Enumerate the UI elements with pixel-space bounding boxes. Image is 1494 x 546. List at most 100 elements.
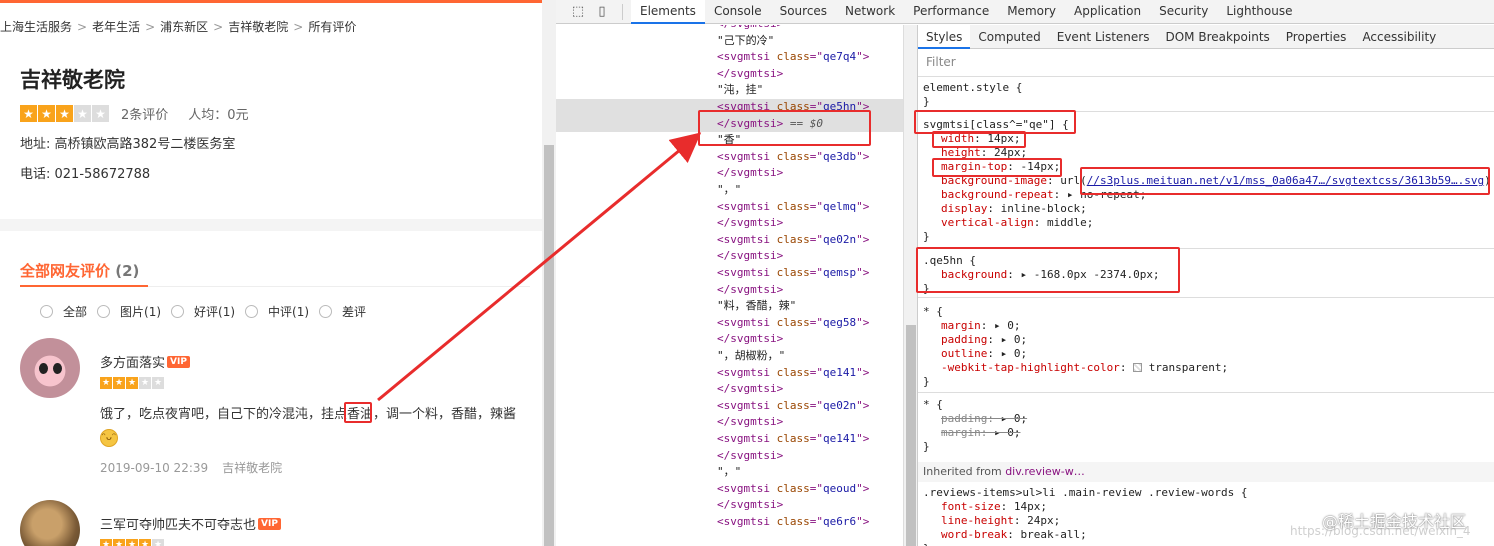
tab-security[interactable]: Security (1150, 0, 1217, 24)
breadcrumb-link-shop[interactable]: 吉祥敬老院 (228, 20, 288, 34)
reviews-heading[interactable]: 全部网友评价 (2) (20, 260, 139, 281)
tag-bracket: < (717, 432, 724, 445)
tab-application[interactable]: Application (1065, 0, 1150, 24)
color-swatch-icon[interactable] (1133, 363, 1143, 372)
tab-sources[interactable]: Sources (771, 0, 836, 24)
filter-label: 全部 (63, 305, 88, 319)
rule-selector[interactable]: * { (918, 398, 1494, 412)
breadcrumb-link-city[interactable]: 上海生活服务 (0, 20, 72, 34)
tab-dom-breakpoints[interactable]: DOM Breakpoints (1157, 25, 1277, 49)
tab-lighthouse[interactable]: Lighthouse (1217, 0, 1301, 24)
css-declaration[interactable]: -webkit-tap-highlight-color: transparent… (918, 361, 1494, 375)
css-declaration[interactable]: padding: ▸ 0; (918, 333, 1494, 347)
dom-node-line[interactable]: <svgmtsi class="qe02n"> (556, 398, 903, 415)
tag-bracket: </ (717, 25, 730, 30)
dom-node-line[interactable]: </svgmtsi> (556, 381, 903, 398)
dom-node-line[interactable]: </svgmtsi> (556, 414, 903, 431)
dom-node-line[interactable]: </svgmtsi> (556, 66, 903, 83)
dom-node-line[interactable]: <svgmtsi class="qeg58"> (556, 315, 903, 332)
dom-node-line[interactable]: </svgmtsi> (556, 497, 903, 514)
styles-filter-input[interactable]: Filter (918, 49, 1494, 77)
dom-node-line[interactable]: "，胡椒粉，" (556, 348, 903, 365)
elements-scrollbar[interactable] (903, 25, 917, 546)
css-declaration[interactable]: outline: ▸ 0; (918, 347, 1494, 361)
dom-node-line[interactable]: "沌，挂" (556, 82, 903, 99)
css-declaration[interactable]: vertical-align: middle; (918, 216, 1494, 230)
dom-node-line[interactable]: </svgmtsi> (556, 282, 903, 299)
section-divider (0, 219, 542, 231)
prop-name: word-break (941, 528, 1008, 541)
inspect-icon[interactable]: ⬚ (570, 4, 586, 19)
tab-network[interactable]: Network (836, 0, 904, 24)
tag-name: svgmtsi (723, 515, 770, 528)
dom-node-line[interactable]: <svgmtsi class="qe3db"> (556, 149, 903, 166)
avatar[interactable] (20, 338, 80, 398)
dom-node-line[interactable]: </svgmtsi> (556, 448, 903, 465)
dom-node-line[interactable]: <svgmtsi class="qe141"> (556, 431, 903, 448)
css-declaration[interactable]: margin: ▸ 0; (918, 319, 1494, 333)
rule-selector[interactable]: element.style { (918, 81, 1494, 95)
tag-bracket: </ (717, 382, 731, 396)
tab-styles[interactable]: Styles (918, 25, 971, 49)
radio-icon[interactable] (40, 305, 53, 318)
breadcrumb-link-category[interactable]: 老年生活 (92, 20, 140, 34)
scrollbar-thumb[interactable] (906, 325, 916, 546)
tab-elements[interactable]: Elements (631, 0, 705, 24)
radio-icon[interactable] (97, 305, 111, 318)
tab-performance[interactable]: Performance (904, 0, 998, 24)
dom-node-line[interactable]: <svgmtsi class="qeoud"> (556, 481, 903, 498)
shop-address: 地址: 高桥镇欧高路382号二楼医务室 (20, 137, 236, 152)
radio-icon[interactable] (171, 305, 185, 318)
breadcrumb-link-district[interactable]: 浦东新区 (160, 20, 208, 34)
tab-properties[interactable]: Properties (1278, 25, 1355, 49)
dom-node-line[interactable]: </svgmtsi> (556, 215, 903, 232)
filter-all[interactable]: 全部 (40, 303, 87, 320)
dom-node-line[interactable]: <svgmtsi class="qemsp"> (556, 265, 903, 282)
radio-icon[interactable] (245, 305, 259, 318)
filter-positive[interactable]: 好评(1) (171, 303, 235, 320)
filter-photos[interactable]: 图片(1) (97, 303, 161, 320)
filter-neutral[interactable]: 中评(1) (245, 303, 309, 320)
dom-node-line[interactable]: </svgmtsi> (556, 25, 903, 33)
dom-node-line[interactable]: <svgmtsi class="qelmq"> (556, 199, 903, 216)
dom-node-line[interactable]: </svgmtsi> (556, 331, 903, 348)
reviews-tab-indicator (20, 285, 148, 287)
dom-node-line[interactable]: <svgmtsi class="qe02n"> (556, 232, 903, 249)
prop-name: font-size (941, 500, 1001, 513)
dom-node-line[interactable]: <svgmtsi class="qe141"> (556, 365, 903, 382)
css-declaration[interactable]: display: inline-block; (918, 202, 1494, 216)
dom-node-line[interactable]: </svgmtsi> (556, 165, 903, 182)
page-scrollbar[interactable] (542, 0, 556, 546)
review-username[interactable]: 多方面落实 VIP (100, 352, 190, 371)
dom-node-line[interactable]: <svgmtsi class="qe6r6"> (556, 514, 903, 531)
css-declaration[interactable]: margin: ▸ 0; (918, 426, 1494, 440)
dom-node-line[interactable]: "己下的冷" (556, 33, 903, 50)
dom-node-line[interactable]: </svgmtsi> (556, 248, 903, 265)
css-declaration[interactable]: padding: ▸ 0; (918, 412, 1494, 426)
inherited-from-link[interactable]: div.review-w… (1005, 465, 1085, 478)
dom-node-line[interactable]: <svgmtsi class="qe7q4"> (556, 49, 903, 66)
device-toggle-icon[interactable]: ▯ (594, 4, 610, 19)
tab-memory[interactable]: Memory (998, 0, 1065, 24)
tab-computed[interactable]: Computed (970, 25, 1048, 49)
filter-negative[interactable]: 差评 (319, 303, 366, 320)
devtools-panel-tabs: ⬚ ▯ Elements Console Sources Network Per… (556, 0, 1494, 24)
tab-accessibility[interactable]: Accessibility (1354, 25, 1444, 49)
elements-tree[interactable]: ··· </svgmtsi>"己下的冷"<svgmtsi class="qe7q… (556, 25, 903, 546)
radio-icon[interactable] (319, 305, 333, 318)
review-count[interactable]: 2条评价 (121, 104, 168, 123)
avatar[interactable] (20, 500, 80, 546)
tab-console[interactable]: Console (705, 0, 771, 24)
dom-node-line[interactable]: "，" (556, 464, 903, 481)
star-icon: ★ (20, 105, 37, 122)
scrollbar-thumb[interactable] (544, 145, 554, 546)
dom-node-line[interactable]: "料，香醋，辣" (556, 298, 903, 315)
dom-node-line[interactable]: "，" (556, 182, 903, 199)
rule-selector[interactable]: .reviews-items>ul>li .main-review .revie… (918, 486, 1494, 500)
tag-bracket: > (777, 25, 784, 30)
review-username[interactable]: 三军可夺帅匹夫不可夺志也 VIP (100, 514, 281, 533)
rule-selector[interactable]: * { (918, 305, 1494, 319)
inherited-label: Inherited from (923, 465, 1002, 478)
tab-event-listeners[interactable]: Event Listeners (1049, 25, 1158, 49)
star-icon: ★ (126, 377, 138, 389)
